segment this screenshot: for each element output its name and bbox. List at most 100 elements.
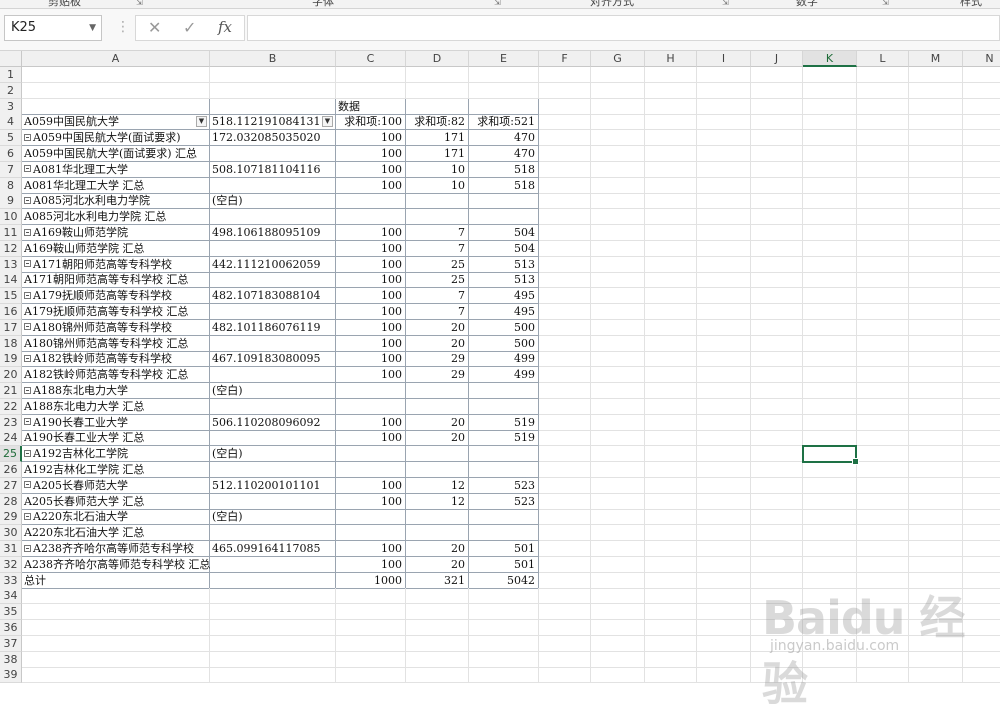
- cell-j2[interactable]: [751, 82, 803, 99]
- cell-c5[interactable]: 100: [336, 130, 406, 147]
- cell-m33[interactable]: [909, 572, 963, 589]
- cell-h22[interactable]: [645, 398, 697, 415]
- filter-dropdown-icon[interactable]: ▼: [196, 116, 207, 128]
- cell-c39[interactable]: [336, 667, 406, 684]
- cell-i36[interactable]: [697, 620, 751, 636]
- cell-b27[interactable]: 512.110200101101: [210, 477, 336, 494]
- cell-h18[interactable]: [645, 335, 697, 352]
- cell-g17[interactable]: [591, 319, 645, 336]
- cell-k19[interactable]: [803, 351, 857, 368]
- cell-m15[interactable]: [909, 288, 963, 305]
- cell-d7[interactable]: 10: [406, 161, 469, 178]
- cell-k37[interactable]: [803, 635, 857, 652]
- cell-a3[interactable]: [22, 98, 210, 115]
- cell-c35[interactable]: [336, 604, 406, 621]
- cell-c37[interactable]: [336, 635, 406, 652]
- cell-a12[interactable]: A169鞍山师范学院 汇总: [22, 240, 210, 257]
- column-header-c[interactable]: C: [336, 51, 406, 67]
- cell-m18[interactable]: [909, 335, 963, 352]
- cell-k15[interactable]: [803, 288, 857, 305]
- cell-c23[interactable]: 100: [336, 414, 406, 431]
- cell-e20[interactable]: 499: [469, 367, 539, 384]
- cell-h33[interactable]: [645, 572, 697, 589]
- cell-j21[interactable]: [751, 383, 803, 399]
- cell-b36[interactable]: [210, 620, 336, 636]
- cell-b7[interactable]: 508.107181104116: [210, 161, 336, 178]
- cell-a17[interactable]: A180锦州师范高等专科学校: [22, 319, 210, 336]
- cell-b24[interactable]: [210, 430, 336, 447]
- cell-a21[interactable]: A188东北电力大学: [22, 383, 210, 399]
- cell-m30[interactable]: [909, 525, 963, 542]
- cell-l2[interactable]: [857, 82, 909, 99]
- cell-f4[interactable]: [539, 114, 591, 131]
- cell-c27[interactable]: 100: [336, 477, 406, 494]
- cell-e21[interactable]: [469, 383, 539, 399]
- collapse-icon[interactable]: [24, 544, 31, 552]
- row-header-35[interactable]: 35: [0, 604, 22, 621]
- cell-n17[interactable]: [963, 320, 1000, 336]
- collapse-icon[interactable]: [24, 512, 31, 520]
- cell-e6[interactable]: 470: [469, 146, 539, 162]
- row-header-10[interactable]: 10: [0, 209, 22, 226]
- cell-j28[interactable]: [751, 493, 803, 510]
- cell-n38[interactable]: [963, 652, 1000, 668]
- cell-d37[interactable]: [406, 635, 469, 652]
- cell-a1[interactable]: [22, 67, 210, 83]
- cell-l34[interactable]: [857, 588, 909, 605]
- cell-d22[interactable]: [406, 398, 469, 415]
- cell-f37[interactable]: [539, 635, 591, 652]
- cell-n8[interactable]: [963, 178, 1000, 194]
- cell-n31[interactable]: [963, 541, 1000, 557]
- cell-h13[interactable]: [645, 256, 697, 273]
- cell-n33[interactable]: [963, 573, 1000, 589]
- cell-k8[interactable]: [803, 177, 857, 194]
- cell-j18[interactable]: [751, 335, 803, 352]
- cell-f16[interactable]: [539, 304, 591, 320]
- cell-c14[interactable]: 100: [336, 272, 406, 289]
- cell-k34[interactable]: [803, 588, 857, 605]
- cell-n18[interactable]: [963, 336, 1000, 352]
- cell-n4[interactable]: [963, 114, 1000, 131]
- cell-k35[interactable]: [803, 604, 857, 621]
- row-header-26[interactable]: 26: [0, 462, 22, 478]
- cell-a35[interactable]: [22, 604, 210, 621]
- cell-i19[interactable]: [697, 351, 751, 368]
- cell-n24[interactable]: [963, 430, 1000, 447]
- cell-j24[interactable]: [751, 430, 803, 447]
- cell-m10[interactable]: [909, 209, 963, 226]
- row-header-24[interactable]: 24: [0, 430, 22, 447]
- cell-m34[interactable]: [909, 588, 963, 605]
- row-header-19[interactable]: 19: [0, 351, 22, 368]
- cell-c7[interactable]: 100: [336, 161, 406, 178]
- cell-i34[interactable]: [697, 588, 751, 605]
- chevron-down-icon[interactable]: ▼: [89, 16, 96, 40]
- cell-g20[interactable]: [591, 367, 645, 384]
- cell-g28[interactable]: [591, 493, 645, 510]
- cell-d16[interactable]: 7: [406, 304, 469, 320]
- cell-n39[interactable]: [963, 667, 1000, 684]
- cell-d35[interactable]: [406, 604, 469, 621]
- cell-h2[interactable]: [645, 82, 697, 99]
- row-header-32[interactable]: 32: [0, 556, 22, 573]
- cell-a26[interactable]: A192吉林化工学院 汇总: [22, 462, 210, 478]
- cell-b25[interactable]: (空白): [210, 446, 336, 463]
- cell-n30[interactable]: [963, 525, 1000, 542]
- cell-k7[interactable]: [803, 161, 857, 178]
- cell-k2[interactable]: [803, 82, 857, 99]
- cell-a37[interactable]: [22, 635, 210, 652]
- cell-a20[interactable]: A182铁岭师范高等专科学校 汇总: [22, 367, 210, 384]
- dialog-launcher-icon[interactable]: ⇲: [494, 0, 501, 7]
- select-all-corner[interactable]: [0, 51, 22, 67]
- cell-l17[interactable]: [857, 319, 909, 336]
- cell-g22[interactable]: [591, 398, 645, 415]
- cell-l21[interactable]: [857, 383, 909, 399]
- cell-c4[interactable]: 求和项:100: [336, 114, 406, 131]
- cell-i11[interactable]: [697, 225, 751, 241]
- cell-b35[interactable]: [210, 604, 336, 621]
- cell-b23[interactable]: 506.110208096092: [210, 414, 336, 431]
- cell-l6[interactable]: [857, 146, 909, 162]
- cell-b32[interactable]: [210, 556, 336, 573]
- cell-h31[interactable]: [645, 541, 697, 557]
- cell-i24[interactable]: [697, 430, 751, 447]
- cell-a27[interactable]: A205长春师范大学: [22, 477, 210, 494]
